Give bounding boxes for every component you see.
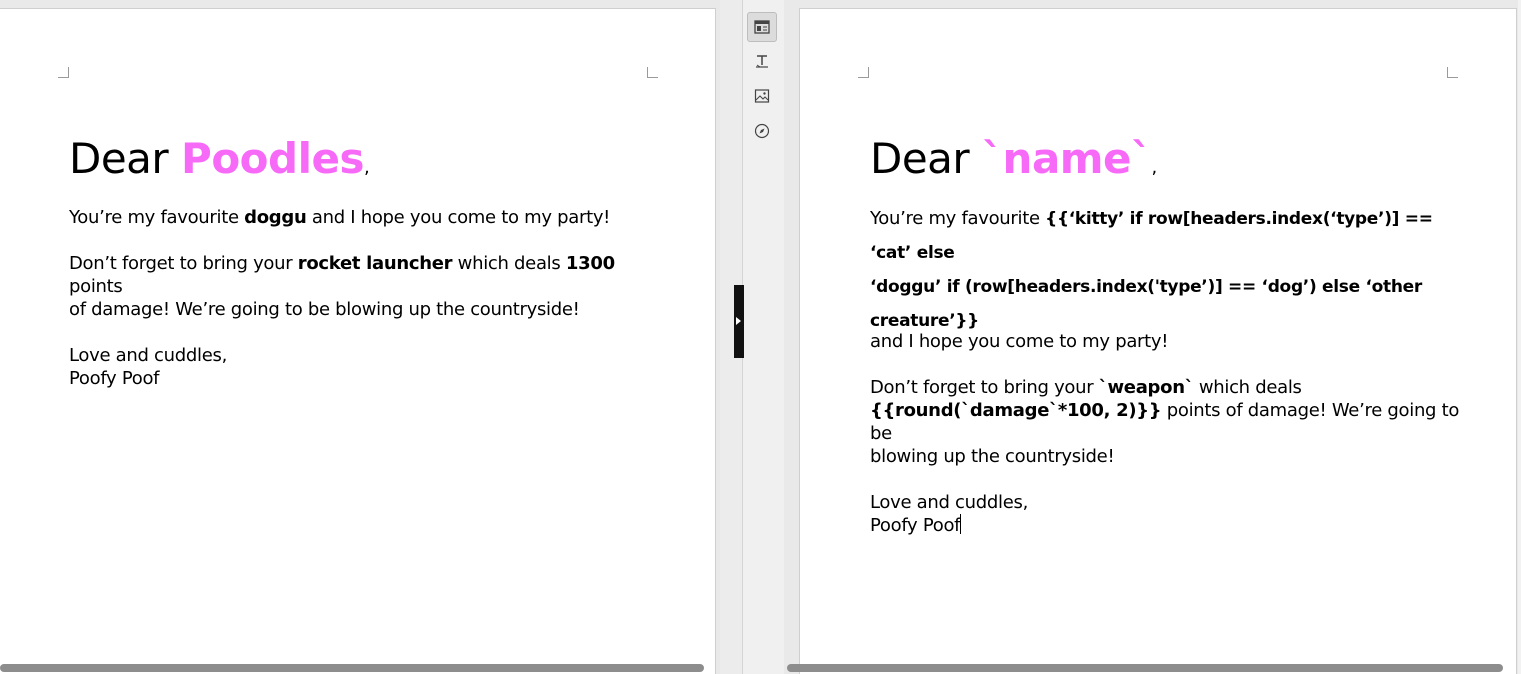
properties-icon[interactable] [747,12,777,42]
paragraph-favourite-end: and I hope you come to my party! [870,331,1169,352]
right-document-pane[interactable]: Dear `name`, You’re my favourite {{‘kitt… [784,0,1521,674]
name-field: `name` [982,134,1152,183]
text-cursor [960,514,962,534]
right-document-page[interactable]: Dear `name`, You’re my favourite {{‘kitt… [799,8,1517,674]
right-horizontal-scrollbar[interactable] [787,664,1503,672]
signature: Poofy Poof [69,368,160,389]
sidebar-deck [742,0,786,674]
recipient-name: Poodles [181,134,364,183]
navigator-icon[interactable] [747,116,777,146]
paragraph-favourite: You’re my favourite {{‘kitty’ if row[hea… [870,208,1433,331]
greeting-heading: Dear Poodles, [69,134,370,183]
gallery-icon[interactable] [747,81,777,111]
signature-line: Poofy Poof [870,514,1470,537]
paragraph-weapon: Don’t forget to bring your `weapon` whic… [870,377,1460,467]
left-document-page[interactable]: Dear Poodles, You’re my favourite doggu … [0,8,716,674]
paragraph-favourite: You’re my favourite doggu and I hope you… [69,207,611,228]
margin-corner-top-right [1447,67,1458,78]
margin-corner-top-right [647,67,658,78]
paragraph-weapon: Don’t forget to bring your rocket launch… [69,253,615,320]
right-document-body[interactable]: Dear `name`, You’re my favourite {{‘kitt… [870,127,1470,537]
left-document-pane[interactable]: Dear Poodles, You’re my favourite doggu … [0,0,720,674]
signature: Poofy Poof [870,515,961,536]
closing: Love and cuddles, [69,345,227,366]
closing: Love and cuddles, [870,492,1028,513]
margin-corner-top-left [58,67,69,78]
margin-corner-top-left [858,67,869,78]
sidebar-collapse-handle[interactable] [734,285,744,358]
styles-icon[interactable] [747,46,777,76]
left-horizontal-scrollbar[interactable] [0,664,704,672]
greeting-heading: Dear `name`, [870,134,1157,183]
left-document-body[interactable]: Dear Poodles, You’re my favourite doggu … [69,127,649,390]
